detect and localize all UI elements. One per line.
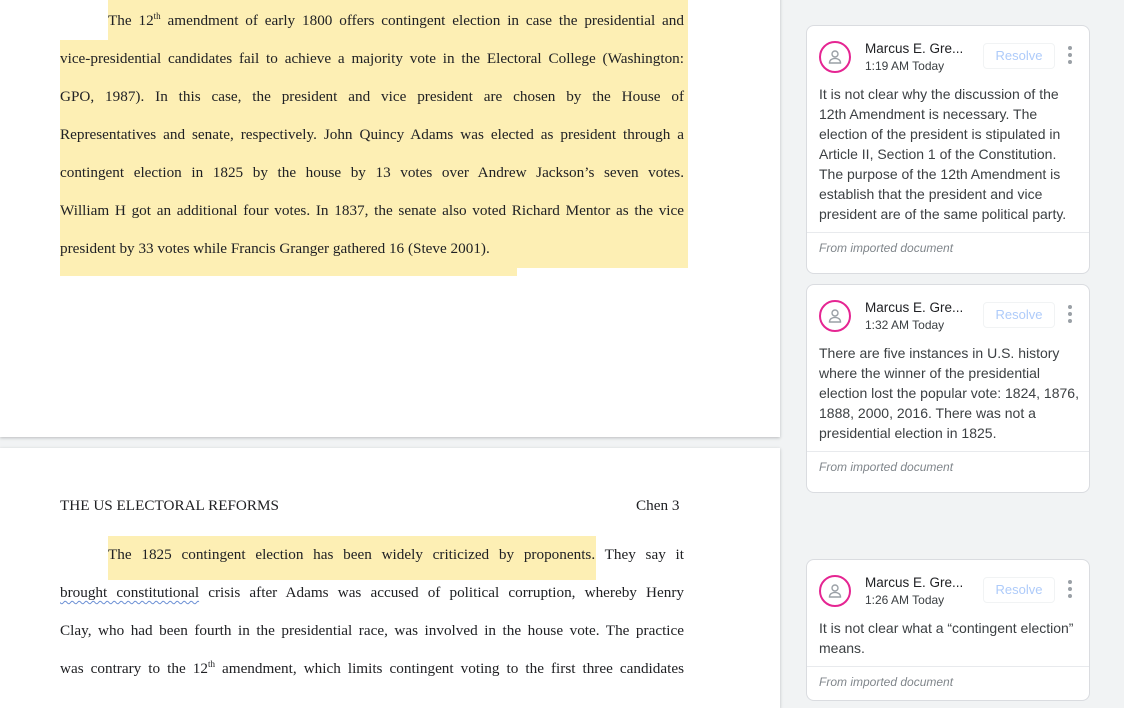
divider xyxy=(807,666,1089,667)
divider xyxy=(807,232,1089,233)
more-vert-icon[interactable] xyxy=(1067,580,1073,600)
resolve-button[interactable]: Resolve xyxy=(983,302,1055,328)
comment-source: From imported document xyxy=(819,241,954,255)
text-line: Representatives and senate, respectively… xyxy=(60,126,684,143)
comment-body: It is not clear why the discussion of th… xyxy=(819,86,1067,222)
comment-author: Marcus E. Gre... xyxy=(865,300,964,315)
resolve-button[interactable]: Resolve xyxy=(983,577,1055,603)
resolve-button[interactable]: Resolve xyxy=(983,43,1055,69)
comment-time: 1:32 AM Today xyxy=(865,318,945,332)
spelling-suggestion[interactable]: brought constitutional xyxy=(60,584,199,601)
text-line: brought constitutional crisis after Adam… xyxy=(60,584,684,601)
account-avatar-icon xyxy=(819,41,851,73)
comment-highlight[interactable] xyxy=(60,268,517,276)
comment-card[interactable]: Marcus E. Gre... 1:32 AM Today Resolve T… xyxy=(806,284,1090,493)
comment-time: 1:19 AM Today xyxy=(865,59,945,73)
comment-body: There are five instances in U.S. history… xyxy=(819,345,1079,441)
text-line: The 12th amendment of early 1800 offers … xyxy=(108,11,684,30)
comment-card[interactable]: Marcus E. Gre... 1:19 AM Today Resolve I… xyxy=(806,25,1090,274)
text-line: vice-presidential candidates fail to ach… xyxy=(60,50,684,67)
comment-author: Marcus E. Gre... xyxy=(865,41,964,56)
text-line: GPO, 1987). In this case, the president … xyxy=(60,88,684,105)
comment-body: It is not clear what a “contingent elect… xyxy=(819,620,1074,656)
account-avatar-icon xyxy=(819,300,851,332)
divider xyxy=(807,451,1089,452)
text-line: was contrary to the 12th amendment, whic… xyxy=(60,659,684,678)
comment-card[interactable]: Marcus E. Gre... 1:26 AM Today Resolve I… xyxy=(806,559,1090,701)
more-vert-icon[interactable] xyxy=(1067,305,1073,325)
text-line: The 1825 contingent election has been wi… xyxy=(108,546,684,563)
comment-time: 1:26 AM Today xyxy=(865,593,945,607)
text-line: president by 33 votes while Francis Gran… xyxy=(60,240,490,257)
text-line: William H got an additional four votes. … xyxy=(60,202,684,219)
page-header-title: THE US ELECTORAL REFORMS xyxy=(60,497,279,514)
text-line: Clay, who had been fourth in the preside… xyxy=(60,622,684,639)
more-vert-icon[interactable] xyxy=(1067,46,1073,66)
text-line: contingent election in 1825 by the house… xyxy=(60,164,684,181)
page-header-page-number: Chen 3 xyxy=(636,497,680,514)
account-avatar-icon xyxy=(819,575,851,607)
comment-source: From imported document xyxy=(819,460,954,474)
comment-author: Marcus E. Gre... xyxy=(865,575,964,590)
